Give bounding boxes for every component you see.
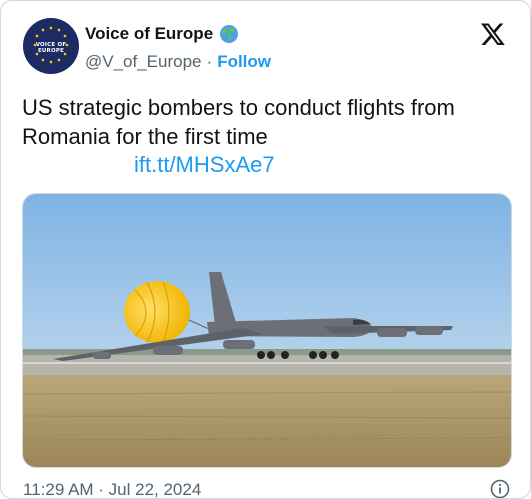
globe-icon: [219, 24, 239, 44]
account-handle[interactable]: @V_of_Europe: [85, 52, 202, 72]
follow-button[interactable]: Follow: [217, 52, 271, 72]
tweet-photo[interactable]: [22, 193, 512, 468]
separator-dot: ·: [206, 52, 213, 71]
account-name[interactable]: Voice of Europe: [85, 24, 213, 44]
avatar-label: VOICE OF EUROPE: [35, 42, 67, 54]
info-icon[interactable]: [490, 479, 510, 498]
handle-row: @V_of_Europe · Follow: [85, 52, 271, 72]
tweet-link[interactable]: ift.tt/MHSxAe7: [134, 152, 275, 178]
avatar[interactable]: VOICE OF EUROPE: [23, 18, 79, 74]
tweet-text: US strategic bombers to conduct flights …: [22, 95, 455, 149]
tweet-card: VOICE OF EUROPE Voice of Europe @V_of_Eu…: [0, 0, 531, 499]
bomber-photo-image: [23, 194, 511, 467]
name-row: Voice of Europe: [85, 24, 239, 44]
tweet-timestamp[interactable]: 11:29 AM · Jul 22, 2024: [23, 480, 201, 498]
x-logo-icon[interactable]: [480, 21, 506, 47]
